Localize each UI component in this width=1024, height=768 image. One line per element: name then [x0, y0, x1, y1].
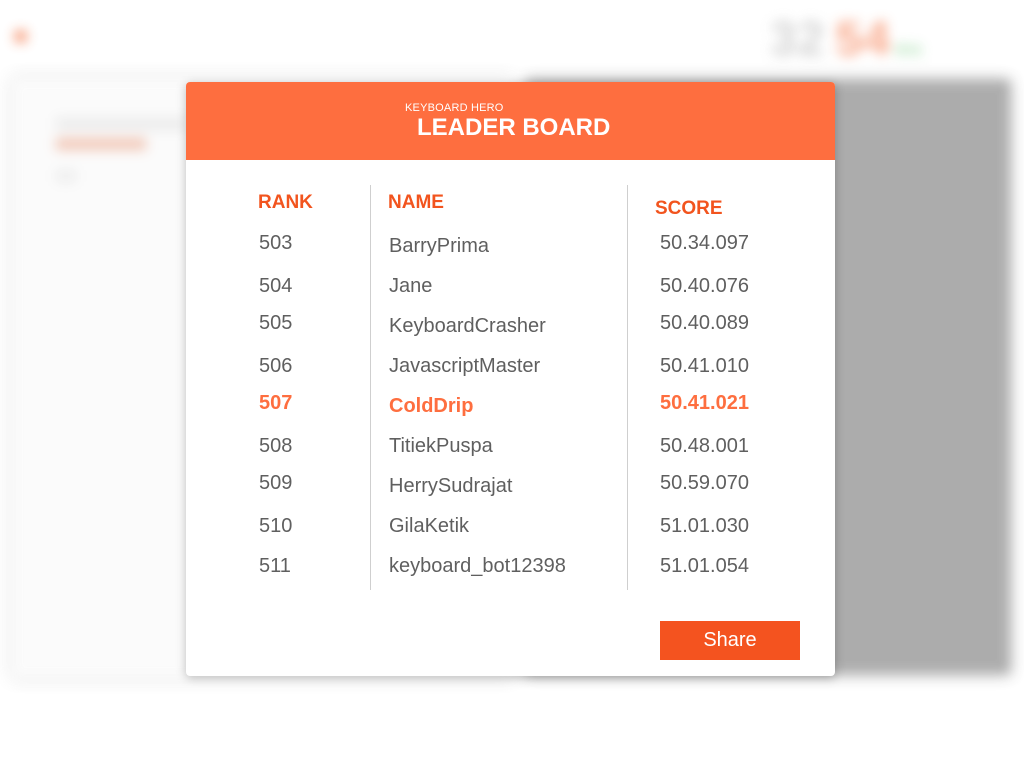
name-cell: KeyboardCrasher	[389, 315, 546, 337]
share-button[interactable]: Share	[660, 621, 800, 660]
score-cell: 51.01.054	[660, 555, 749, 577]
timer-minutes: 32	[770, 13, 826, 66]
typing-text-line	[56, 170, 76, 182]
app-logo-icon: ■	[14, 23, 28, 48]
timer-ms: ms	[894, 39, 923, 59]
leaderboard-modal: KEYBOARD HERO LEADER BOARD RANK NAME SCO…	[186, 82, 835, 676]
score-cell: 50.40.089	[660, 312, 749, 334]
rank-cell: 510	[259, 515, 293, 537]
name-cell: keyboard_bot12398	[389, 555, 566, 577]
footer	[40, 732, 46, 746]
score-cell: 50.41.010	[660, 355, 749, 377]
score-cell: 50.59.070	[660, 472, 749, 494]
name-cell: BarryPrima	[389, 235, 490, 257]
rank-cell: 505	[259, 312, 293, 334]
score-cell: 50.48.001	[660, 435, 749, 457]
name-cell: TitiekPuspa	[389, 435, 493, 457]
column-divider	[627, 185, 628, 590]
name-cell: Jane	[389, 275, 433, 297]
rank-cell: 508	[259, 435, 293, 457]
name-cell: HerrySudrajat	[389, 475, 513, 497]
score-cell: 51.01.030	[660, 515, 749, 537]
score-cell: 50.41.021	[660, 392, 749, 414]
page: ■ 32 54 ms KEYBOARD HERO LEADER BOARD RANK…	[0, 0, 1024, 768]
score-column-header: SCORE	[655, 198, 723, 219]
rank-cell: 503	[259, 232, 293, 254]
rank-cell: 504	[259, 275, 293, 297]
rank-cell: 507	[259, 392, 293, 414]
modal-header: KEYBOARD HERO LEADER BOARD	[186, 82, 835, 160]
timer-seconds: 54	[835, 13, 891, 66]
modal-subtitle: KEYBOARD HERO	[405, 102, 504, 114]
score-cell: 50.34.097	[660, 232, 749, 254]
name-cell: ColdDrip	[389, 395, 474, 417]
name-cell: JavascriptMaster	[389, 355, 541, 377]
rank-column-header: RANK	[258, 192, 313, 213]
modal-title: LEADER BOARD	[417, 114, 611, 141]
rank-cell: 506	[259, 355, 293, 377]
typing-text-highlight	[56, 138, 146, 150]
score-cell: 50.40.076	[660, 275, 749, 297]
rank-cell: 511	[259, 555, 291, 577]
typing-text-line	[56, 118, 186, 130]
column-divider	[370, 185, 371, 590]
name-column-header: NAME	[388, 192, 444, 213]
rank-cell: 509	[259, 472, 293, 494]
timer: 32 54 ms	[770, 12, 923, 67]
name-cell: GilaKetik	[389, 515, 470, 537]
